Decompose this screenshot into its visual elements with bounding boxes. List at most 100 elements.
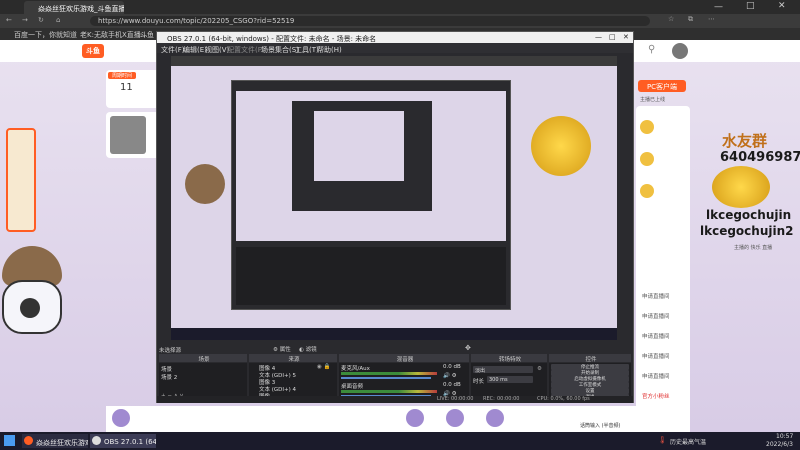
address-bar: ← → ↻ ⌂ https://www.douyu.com/topic/2022…: [0, 14, 800, 28]
rec-label: REC:: [483, 396, 495, 402]
speaker-icon[interactable]: 🔊 ⚙: [443, 373, 457, 379]
obs-menu-bar: 文件(F) 编辑(E) 视图(V) 配置文件(P) 场景集合(S) 工具(T) …: [157, 43, 633, 55]
coin-icon: [640, 152, 654, 166]
taskbar: 焱焱丝狂欢乐游戏_... OBS 27.0.1 (64-bi... 🌡 历史最高…: [0, 432, 800, 450]
volume-slider[interactable]: [341, 377, 431, 379]
coin-icon: [640, 120, 654, 134]
properties-button[interactable]: ⚙ 属性: [273, 345, 291, 353]
list-item[interactable]: 官方小粉丝: [642, 392, 670, 400]
bookmark-item[interactable]: 老K:无敌手机X直播...: [80, 30, 147, 40]
list-item[interactable]: 申请直播间: [642, 352, 670, 360]
sources-header: 来源: [249, 354, 337, 363]
transition-settings-icon[interactable]: ⚙: [537, 366, 542, 372]
browser-app-icon: [24, 436, 33, 445]
bell-icon[interactable]: ⚲: [648, 44, 655, 55]
menu-icon[interactable]: ⋯: [708, 15, 715, 23]
douyu-logo-icon[interactable]: 斗鱼: [82, 44, 104, 58]
scene-item[interactable]: 场景 2: [161, 373, 177, 381]
star-icon[interactable]: ☆: [668, 15, 674, 23]
preview-sticker-icon: [185, 164, 225, 204]
weather-text[interactable]: 历史最高气温: [670, 437, 706, 446]
reload-icon[interactable]: ↻: [38, 16, 44, 24]
menu-profile[interactable]: 配置文件(P): [227, 45, 265, 55]
gift-icon[interactable]: [406, 409, 424, 427]
transitions-header: 转场特效: [471, 354, 547, 363]
mixer-track-db: 0.0 dB: [443, 382, 461, 388]
gold-coin-icon: [712, 166, 770, 208]
live-label: LIVE:: [437, 396, 450, 402]
transition-select[interactable]: 淡出: [473, 366, 533, 374]
forward-icon[interactable]: →: [22, 16, 28, 24]
user-name-2: lkcegochujin2: [700, 224, 794, 238]
preview-taskbar: [171, 328, 617, 340]
obs-minimize-icon[interactable]: —: [595, 33, 602, 41]
cpu-stats: CPU: 0.0%, 60.00 fps: [537, 396, 590, 402]
start-icon[interactable]: [4, 435, 15, 446]
taskbar-item-label: OBS 27.0.1 (64-bi...: [104, 438, 156, 446]
drag-handle-icon[interactable]: ✥: [465, 344, 471, 352]
menu-edit[interactable]: 编辑(E): [183, 45, 207, 55]
nested-obs-capture: [231, 80, 511, 310]
gift-icon[interactable]: [446, 409, 464, 427]
volume-meter: [341, 372, 437, 375]
back-icon[interactable]: ←: [6, 16, 12, 24]
duration-field[interactable]: 300 ms: [487, 376, 533, 383]
list-item[interactable]: 申请直播间: [642, 312, 670, 320]
taskbar-item-obs[interactable]: OBS 27.0.1 (64-bi...: [90, 434, 156, 448]
streamer-card[interactable]: [106, 112, 160, 158]
live-time: 00:00:00: [451, 396, 474, 402]
menu-tools[interactable]: 工具(T): [295, 45, 319, 55]
streamer-online-text: 主播已上线: [640, 97, 666, 103]
bookmark-item[interactable]: 百度一下，你就知道: [14, 30, 77, 40]
url-field[interactable]: https://www.douyu.com/topic/202205_CSGO?…: [90, 16, 650, 26]
menu-file[interactable]: 文件(F): [161, 45, 185, 55]
properties-label: 属性: [279, 347, 291, 353]
maximize-icon[interactable]: □: [746, 1, 755, 11]
filters-button[interactable]: ◐ 滤镜: [299, 345, 317, 353]
list-item[interactable]: 申请直播间: [642, 372, 670, 380]
obs-close-icon[interactable]: ✕: [623, 33, 629, 41]
controls-header: 控件: [549, 354, 631, 363]
tab-title: 焱焱丝狂欢乐游戏_斗鱼直播平台: [38, 5, 124, 13]
avatar[interactable]: [672, 43, 688, 59]
menu-view[interactable]: 视图(V): [205, 45, 229, 55]
volume-meter: [341, 390, 437, 393]
gift-icon[interactable]: [112, 409, 130, 427]
extensions-icon[interactable]: ⧉: [688, 15, 693, 24]
obs-title: OBS 27.0.1 (64-bit, windows) - 配置文件: 未命名…: [167, 35, 377, 43]
user-name-1: lkcegochujin: [706, 208, 792, 222]
duration-label: 时长: [473, 379, 485, 385]
clock-time[interactable]: 10:57: [776, 433, 793, 440]
taskbar-item-browser[interactable]: 焱焱丝狂欢乐游戏_...: [22, 434, 88, 448]
caption-small: 主播的 快乐 直播: [734, 245, 773, 251]
fan-group-id: 640496987: [720, 150, 800, 165]
minimize-icon[interactable]: —: [714, 2, 723, 12]
menu-help[interactable]: 帮助(H): [317, 45, 342, 55]
date-label: 周期时间: [108, 72, 136, 79]
list-item[interactable]: 申请直播间: [642, 332, 670, 340]
pc-client-button[interactable]: PC客户端: [638, 80, 686, 92]
rec-time: 00:00:00: [497, 396, 520, 402]
home-icon[interactable]: ⌂: [56, 16, 60, 24]
cartoon-sticker-icon: [2, 236, 62, 338]
obs-status-bar: LIVE: 00:00:00 REC: 00:00:00 CPU: 0.0%, …: [157, 396, 633, 403]
date-card: 周期时间 11: [106, 70, 160, 108]
cat-thumbnail-icon: [110, 116, 146, 154]
list-item[interactable]: 申请直播间: [642, 292, 670, 300]
gift-icon[interactable]: [486, 409, 504, 427]
preview-browser-bar: [171, 56, 617, 66]
menu-scene-collection[interactable]: 场景集合(S): [261, 45, 299, 55]
close-icon[interactable]: ✕: [778, 1, 786, 11]
taskbar-item-label: 焱焱丝狂欢乐游戏_...: [36, 439, 88, 447]
no-source-label: 未选择源: [159, 348, 182, 354]
clock-date[interactable]: 2022/6/3: [766, 441, 793, 448]
obs-maximize-icon[interactable]: □: [609, 33, 616, 41]
scene-item[interactable]: 场景: [161, 365, 172, 373]
coin-icon: [640, 184, 654, 198]
browser-tab[interactable]: 焱焱丝狂欢乐游戏_斗鱼直播平台: [24, 1, 124, 14]
filters-label: 滤镜: [305, 347, 317, 353]
obs-preview[interactable]: [171, 56, 617, 340]
eye-icon[interactable]: ◉ 🔒: [317, 364, 330, 370]
obs-window: OBS 27.0.1 (64-bit, windows) - 配置文件: 未命名…: [156, 31, 634, 403]
weather-icon[interactable]: 🌡: [658, 436, 667, 444]
